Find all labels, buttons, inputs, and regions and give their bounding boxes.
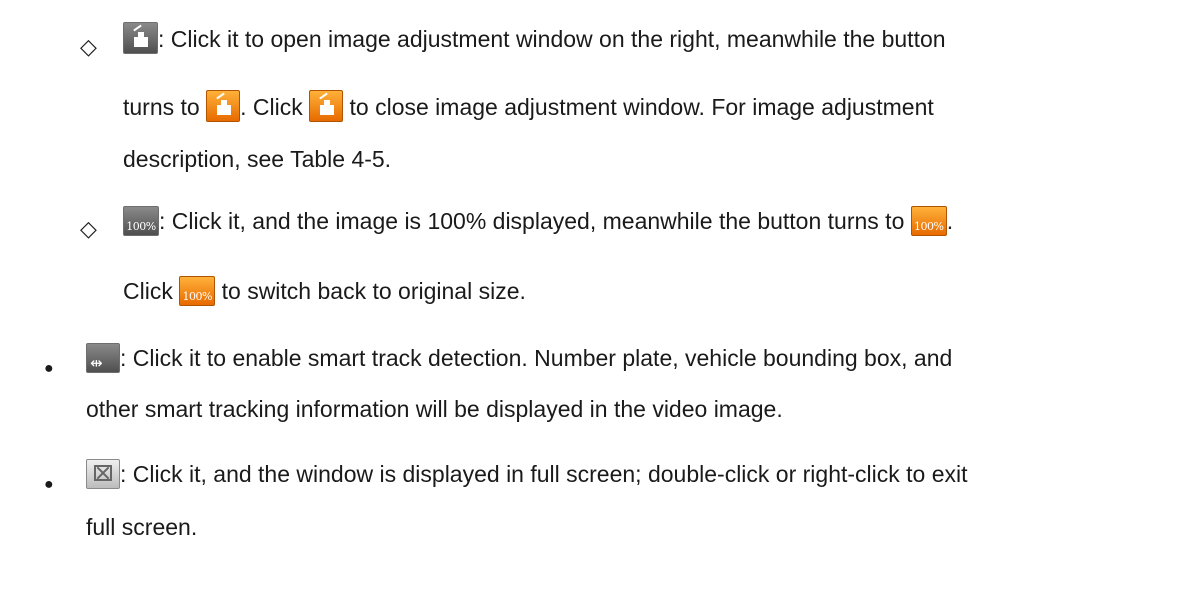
zoom-100-active-icon: 100% — [910, 206, 947, 236]
diamond-bullet: ◇ — [80, 216, 97, 241]
smart-track-icon: ⇹ — [86, 343, 120, 373]
image-adjust-line-3: description, see Table 4-5. — [123, 146, 392, 172]
smart-track-line-2: other smart tracking information will be… — [86, 396, 783, 422]
image-adjust-line-1: : Click it to open image adjustment wind… — [123, 22, 946, 54]
fullscreen-line-2: full screen. — [86, 514, 198, 540]
zoom-100-icon: 100% — [123, 206, 159, 236]
zoom-100-line-1: 100%: Click it, and the image is 100% di… — [123, 206, 953, 236]
zoom-100-line-2: Click 100% to switch back to original si… — [123, 276, 526, 306]
fullscreen-icon — [86, 459, 120, 489]
diamond-bullet: ◇ — [80, 34, 97, 59]
smart-track-line-1: ⇹: Click it to enable smart track detect… — [86, 343, 952, 373]
dot-bullet: ● — [44, 476, 54, 493]
zoom-100-active-icon: 100% — [179, 276, 216, 306]
image-adjust-active-icon — [309, 90, 344, 122]
fullscreen-line-1: : Click it, and the window is displayed … — [86, 459, 968, 489]
image-adjust-active-icon — [206, 90, 241, 122]
image-adjust-icon — [123, 22, 158, 54]
dot-bullet: ● — [44, 360, 54, 377]
image-adjust-line-2: turns to . Click to close image adjustme… — [123, 90, 934, 122]
